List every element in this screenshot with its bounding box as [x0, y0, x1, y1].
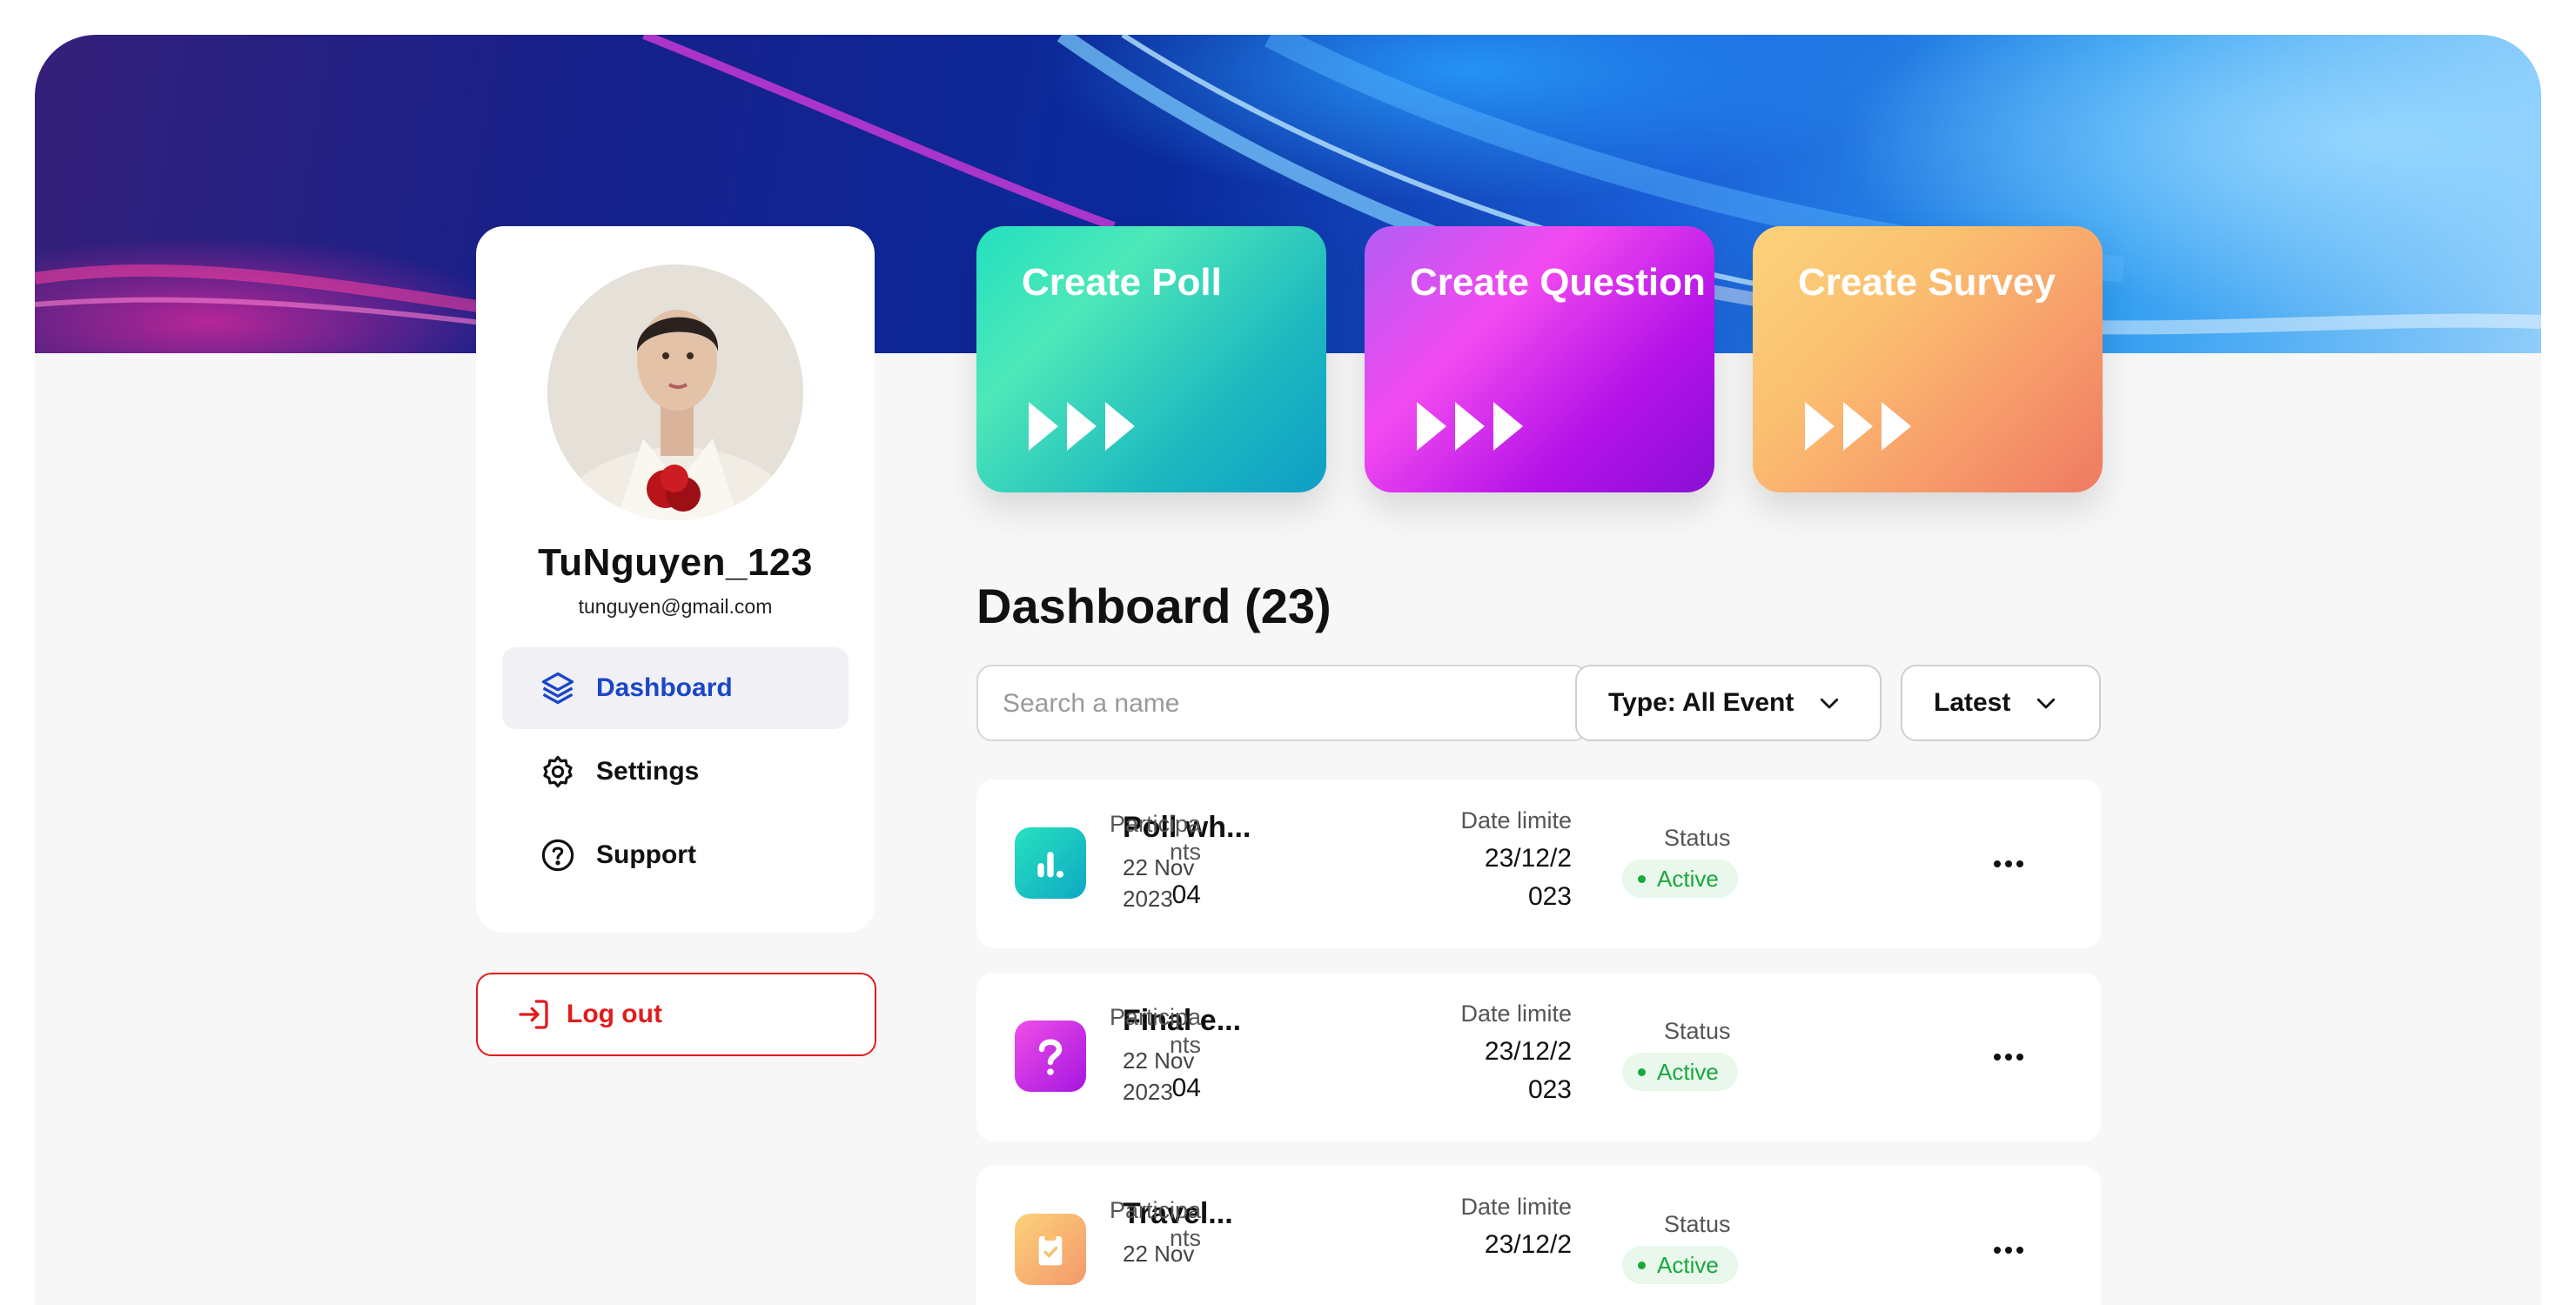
profile-card: TuNguyen_123 tunguyen@gmail.com Dashboar…	[476, 226, 875, 933]
sidebar-item-dashboard[interactable]: Dashboard	[502, 647, 849, 729]
logout-icon	[516, 997, 551, 1032]
date-limit-header: Date limite	[1460, 1194, 1572, 1220]
triple-arrow-icon	[1029, 402, 1135, 451]
date-limit-value-cont: 023	[1527, 882, 1572, 911]
event-date-year: 2023	[1123, 886, 1173, 912]
type-filter-label: Type: All Event	[1608, 688, 1794, 717]
create-survey-title: Create Survey	[1798, 261, 2056, 304]
create-question-card[interactable]: Create Question	[1365, 226, 1714, 492]
user-email: tunguyen@gmail.com	[578, 595, 773, 618]
status-badge: Active	[1622, 1246, 1738, 1284]
create-survey-card[interactable]: Create Survey	[1753, 226, 2103, 492]
create-poll-title: Create Poll	[1022, 261, 1222, 304]
participants-value: 04	[1171, 880, 1201, 909]
create-poll-card[interactable]: Create Poll	[976, 226, 1326, 492]
participants-value: 04	[1171, 1074, 1201, 1102]
sidebar-item-label: Support	[596, 840, 696, 869]
participants-header-cont: nts	[1169, 1225, 1201, 1251]
clipboard-check-icon	[1015, 1214, 1086, 1285]
logout-label: Log out	[567, 1000, 662, 1028]
event-date-year: 2023	[1123, 1079, 1173, 1105]
more-options-icon[interactable]	[1989, 1235, 2028, 1265]
date-limit-value-cont: 023	[1527, 1075, 1572, 1104]
type-filter-dropdown[interactable]: Type: All Event	[1575, 665, 1882, 741]
search-box[interactable]	[976, 665, 1610, 741]
sort-dropdown[interactable]: Latest	[1901, 665, 2101, 741]
gear-icon	[539, 753, 577, 791]
date-limit-value: 23/12/2	[1484, 844, 1572, 873]
participants-header-cont: nts	[1169, 1032, 1201, 1058]
participants-header-cont: nts	[1169, 839, 1201, 865]
date-limit-header: Date limite	[1460, 807, 1572, 833]
question-mark-icon	[1015, 1021, 1086, 1092]
sort-label: Latest	[1934, 688, 2011, 717]
app-window: TuNguyen_123 tunguyen@gmail.com Dashboar…	[35, 35, 2541, 1305]
sidebar-item-label: Dashboard	[596, 673, 733, 702]
participants-header: Participa	[1109, 1004, 1201, 1030]
triple-arrow-icon	[1417, 402, 1523, 451]
date-limit-value: 23/12/2	[1484, 1037, 1572, 1066]
triple-arrow-icon	[1805, 402, 1911, 451]
help-circle-icon	[539, 836, 577, 874]
bar-chart-icon	[1015, 827, 1086, 899]
more-options-icon[interactable]	[1989, 1042, 2028, 1072]
username: TuNguyen_123	[538, 541, 813, 584]
page-title: Dashboard (23)	[976, 579, 1332, 633]
table-row[interactable]: Travel... 22 Nov Participa nts Date limi…	[976, 1166, 2101, 1305]
date-limit-value: 23/12/2	[1484, 1230, 1572, 1259]
chevron-down-icon	[1815, 688, 1844, 718]
participants-header: Participa	[1109, 1197, 1201, 1223]
table-row[interactable]: Poll wh... 22 Nov 2023 Participa nts 04 …	[976, 780, 2101, 948]
status-header: Status	[1664, 1211, 1731, 1237]
logout-button[interactable]: Log out	[476, 973, 876, 1056]
more-options-icon[interactable]	[1989, 849, 2028, 879]
status-header: Status	[1664, 1018, 1731, 1044]
status-badge: Active	[1622, 1053, 1738, 1091]
layers-icon	[539, 669, 577, 707]
status-text: Active	[1657, 866, 1719, 892]
sidebar-item-support[interactable]: Support	[502, 814, 849, 896]
status-text: Active	[1657, 1059, 1719, 1085]
sidebar-item-label: Settings	[596, 757, 700, 786]
status-text: Active	[1657, 1252, 1719, 1278]
participants-header: Participa	[1109, 811, 1201, 837]
search-input[interactable]	[1001, 682, 1526, 726]
status-badge: Active	[1622, 860, 1738, 898]
table-row[interactable]: Final e... 22 Nov 2023 Participa nts 04 …	[976, 973, 2101, 1141]
status-header: Status	[1664, 825, 1731, 851]
avatar[interactable]	[547, 264, 803, 520]
chevron-down-icon	[2031, 688, 2061, 718]
date-limit-header: Date limite	[1460, 1000, 1572, 1027]
create-question-title: Create Question	[1410, 261, 1706, 304]
sidebar-item-settings[interactable]: Settings	[502, 731, 849, 813]
